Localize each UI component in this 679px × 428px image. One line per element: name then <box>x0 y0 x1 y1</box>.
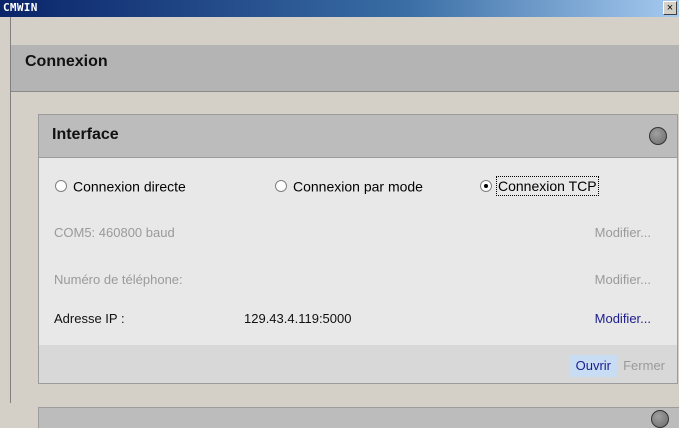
radio-button-icon[interactable] <box>55 180 67 193</box>
status-led-icon <box>651 410 669 428</box>
ip-modify-link[interactable]: Modifier... <box>595 311 651 326</box>
interface-panel-header: Interface <box>39 115 677 158</box>
action-bar: Ouvrir Fermer <box>39 345 677 383</box>
next-panel-header <box>38 407 679 428</box>
radio-tcp[interactable]: Connexion TCP <box>480 176 599 197</box>
radio-modem[interactable]: Connexion par mode <box>275 177 455 194</box>
interface-panel: Interface Connexion directe Connexion pa… <box>38 114 678 384</box>
radio-direct[interactable]: Connexion directe <box>55 177 186 194</box>
connexion-section-header: Connexion <box>11 45 679 92</box>
com-port-modify-link[interactable]: Modifier... <box>595 225 651 240</box>
radio-button-icon[interactable] <box>275 180 287 193</box>
ip-address-label: Adresse IP : <box>54 311 125 326</box>
close-icon: × <box>666 2 674 14</box>
phone-modify-link[interactable]: Modifier... <box>595 272 651 287</box>
main-window: Connexion Interface Connexion directe Co… <box>10 17 679 428</box>
window-title: CMWIN <box>3 1 38 14</box>
radio-modem-label: Connexion par mode <box>293 178 423 195</box>
radio-direct-label: Connexion directe <box>73 178 186 195</box>
close-button[interactable]: × <box>663 1 677 15</box>
ip-address-value: 129.43.4.119:5000 <box>244 311 352 326</box>
open-button[interactable]: Ouvrir <box>569 355 617 377</box>
status-led-icon <box>649 127 667 145</box>
phone-number-label: Numéro de téléphone: <box>54 272 183 287</box>
title-bar: CMWIN × <box>0 0 679 17</box>
radio-button-checked-icon[interactable] <box>480 180 492 193</box>
close-connection-button[interactable]: Fermer <box>617 355 671 377</box>
section-title: Connexion <box>25 53 108 70</box>
panel-title: Interface <box>52 126 119 143</box>
com-port-label: COM5: 460800 baud <box>54 225 175 240</box>
radio-tcp-label: Connexion TCP <box>496 176 599 197</box>
